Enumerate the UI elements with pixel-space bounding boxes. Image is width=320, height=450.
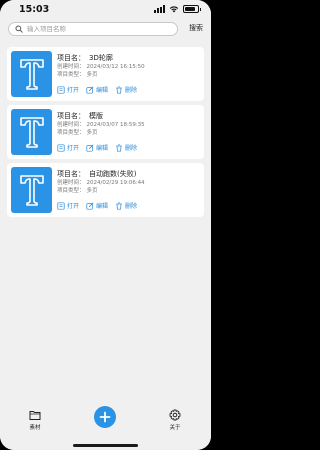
edit-icon bbox=[86, 144, 94, 152]
text-T-icon bbox=[11, 167, 52, 213]
edit-label: 编辑 bbox=[96, 145, 109, 152]
add-project-button[interactable] bbox=[94, 406, 116, 428]
created-time-line: 创建时间： 2024/03/12 16:15:50 bbox=[57, 63, 202, 71]
trash-icon bbox=[116, 143, 122, 152]
created-time: 2024/02/29 19:06:44 bbox=[86, 180, 145, 186]
open-button[interactable]: 打开 bbox=[57, 143, 81, 152]
open-label: 打开 bbox=[67, 203, 80, 210]
created-time-line: 创建时间： 2024/02/29 19:06:44 bbox=[57, 179, 202, 187]
status-bar: 15:03 bbox=[0, 0, 211, 20]
project-name-line: 项目名： 自动跑数(失败) bbox=[57, 169, 202, 179]
gear-icon bbox=[169, 409, 181, 421]
project-type-label: 项目类型： bbox=[57, 130, 85, 136]
created-time-label: 创建时间： bbox=[57, 122, 85, 128]
open-file-icon bbox=[57, 143, 65, 152]
delete-label: 删除 bbox=[125, 145, 138, 152]
project-name: 自动跑数(失败) bbox=[89, 170, 137, 178]
delete-button[interactable]: 删除 bbox=[115, 143, 139, 152]
project-info: 项目名： 模版 创建时间： 2024/03/07 18:59:35 项目类型： 多页 bbox=[57, 111, 202, 137]
project-name-label: 项目名： bbox=[57, 54, 85, 62]
project-type-line: 项目类型： 多页 bbox=[57, 129, 202, 137]
card-actions: 打开 编辑 删除 bbox=[57, 201, 139, 210]
bottom-nav: 素材 关于 bbox=[0, 400, 211, 450]
open-label: 打开 bbox=[67, 145, 80, 152]
edit-icon bbox=[86, 86, 94, 94]
delete-button[interactable]: 删除 bbox=[115, 201, 139, 210]
project-type-line: 项目类型： 多页 bbox=[57, 187, 202, 195]
project-name: 模版 bbox=[89, 112, 103, 120]
edit-icon bbox=[86, 202, 94, 210]
nav-about[interactable]: 关于 bbox=[160, 409, 190, 431]
created-time-label: 创建时间： bbox=[57, 64, 85, 70]
trash-icon bbox=[116, 85, 122, 94]
app-screen: 15:03 搜索 bbox=[0, 0, 211, 450]
project-info: 项目名： 3D轮廓 创建时间： 2024/03/12 16:15:50 项目类型：多… bbox=[57, 53, 202, 79]
status-icons bbox=[154, 5, 201, 13]
edit-button[interactable]: 编辑 bbox=[86, 201, 110, 210]
edit-button[interactable]: 编辑 bbox=[86, 85, 110, 94]
open-file-icon bbox=[57, 201, 65, 210]
project-type-label: 项目类型： bbox=[57, 188, 85, 194]
project-name: 3D轮廓 bbox=[89, 54, 113, 62]
open-button[interactable]: 打开 bbox=[57, 85, 81, 94]
created-time-line: 创建时间： 2024/03/07 18:59:35 bbox=[57, 121, 202, 129]
search-button[interactable]: 搜索 bbox=[189, 23, 203, 33]
project-card[interactable]: 项目名： 自动跑数(失败) 创建时间： 2024/02/29 19:06:44 项目… bbox=[7, 163, 204, 217]
open-button[interactable]: 打开 bbox=[57, 201, 81, 210]
card-actions: 打开 编辑 删除 bbox=[57, 85, 139, 94]
nav-materials-label: 素材 bbox=[29, 425, 41, 431]
search-row: 搜索 bbox=[8, 22, 203, 38]
trash-icon bbox=[116, 201, 122, 210]
delete-button[interactable]: 删除 bbox=[115, 85, 139, 94]
project-type-label: 项目类型： bbox=[57, 72, 85, 78]
text-T-icon bbox=[11, 51, 52, 97]
edit-label: 编辑 bbox=[96, 203, 109, 210]
project-info: 项目名： 自动跑数(失败) 创建时间： 2024/02/29 19:06:44 项目… bbox=[57, 169, 202, 195]
wifi-icon bbox=[169, 6, 179, 13]
delete-label: 删除 bbox=[125, 203, 138, 210]
created-time-label: 创建时间： bbox=[57, 180, 85, 186]
edit-label: 编辑 bbox=[96, 87, 109, 94]
open-label: 打开 bbox=[67, 87, 80, 94]
folder-icon bbox=[29, 411, 41, 420]
project-type-line: 项目类型： 多页 bbox=[57, 71, 202, 79]
search-icon bbox=[15, 25, 23, 33]
cellular-signal-icon bbox=[154, 5, 165, 13]
nav-materials[interactable]: 素材 bbox=[20, 409, 50, 431]
nav-about-label: 关于 bbox=[169, 425, 181, 431]
delete-label: 删除 bbox=[125, 87, 138, 94]
created-time: 2024/03/12 16:15:50 bbox=[86, 64, 145, 70]
home-indicator bbox=[73, 444, 138, 447]
project-type: 多页 bbox=[86, 130, 98, 136]
project-type: 多页 bbox=[86, 72, 98, 78]
project-type: 多页 bbox=[86, 188, 98, 194]
status-time: 15:03 bbox=[19, 4, 50, 15]
card-actions: 打开 编辑 删除 bbox=[57, 143, 139, 152]
project-name-label: 项目名： bbox=[57, 112, 85, 120]
open-file-icon bbox=[57, 85, 65, 94]
plus-icon bbox=[99, 411, 111, 423]
project-card[interactable]: 项目名： 模版 创建时间： 2024/03/07 18:59:35 项目类型： 多页 … bbox=[7, 105, 204, 159]
search-box[interactable] bbox=[8, 22, 178, 36]
project-name-label: 项目名： bbox=[57, 170, 85, 178]
project-name-line: 项目名： 3D轮廓 bbox=[57, 53, 202, 63]
battery-icon bbox=[183, 5, 201, 13]
created-time: 2024/03/07 18:59:35 bbox=[86, 122, 145, 128]
project-card[interactable]: 项目名： 3D轮廓 创建时间： 2024/03/12 16:15:50 项目类型：多… bbox=[7, 47, 204, 101]
edit-button[interactable]: 编辑 bbox=[86, 143, 110, 152]
project-name-line: 项目名： 模版 bbox=[57, 111, 202, 121]
search-input[interactable] bbox=[27, 25, 177, 33]
text-T-icon bbox=[11, 109, 52, 155]
